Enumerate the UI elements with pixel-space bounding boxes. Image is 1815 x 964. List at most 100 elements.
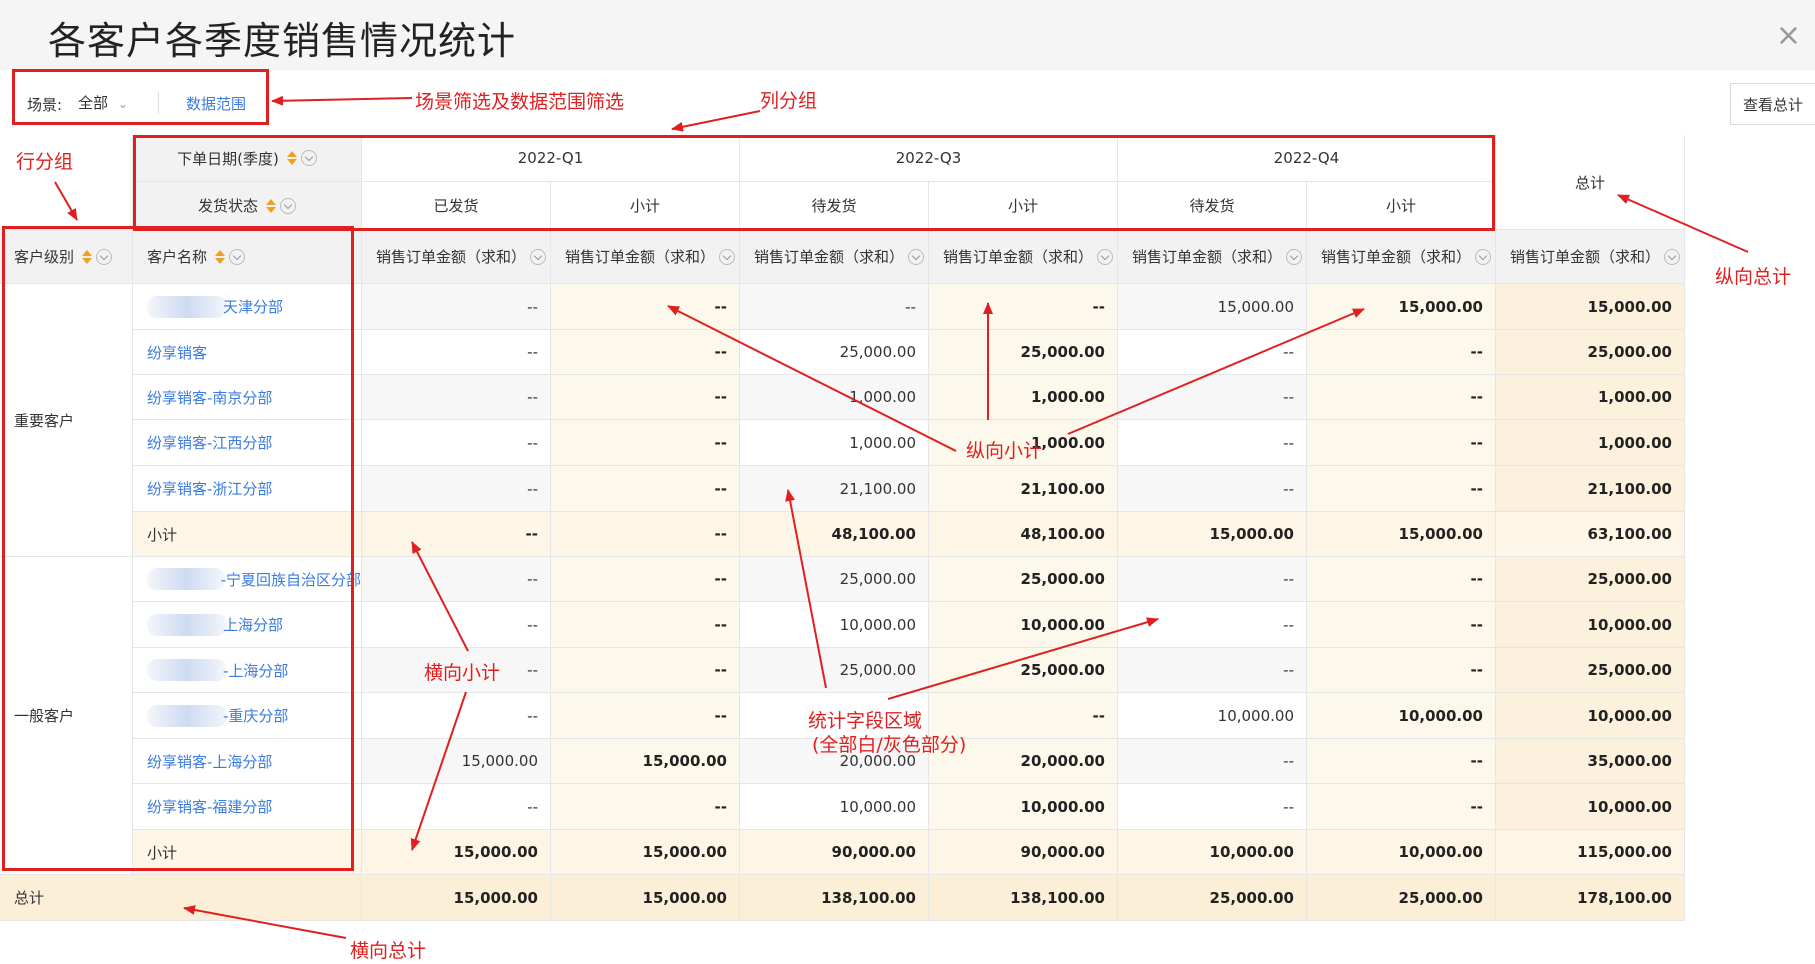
header-grand-total: 总计 [1496, 135, 1685, 230]
value-cell: -- [1118, 648, 1307, 693]
sort-up-icon[interactable] [82, 249, 93, 256]
column-menu-icon[interactable] [300, 150, 317, 166]
value-cell-text: -- [1470, 661, 1483, 679]
value-cell: -- [1307, 466, 1496, 512]
subtotal-value-cell-text: 115,000.00 [1577, 843, 1672, 861]
customer-name-link[interactable]: 纷享销客-福建分部 [133, 784, 362, 830]
sort-down-icon[interactable] [266, 206, 276, 213]
header-customer-level[interactable]: 客户级别 [0, 230, 133, 284]
value-cell: 25,000.00 [740, 648, 929, 693]
value-cell: -- [1118, 466, 1307, 512]
close-icon[interactable]: × [1776, 18, 1801, 53]
header-order-date[interactable]: 下单日期(季度) [133, 135, 362, 182]
header-ship-status[interactable]: 发货状态 [133, 182, 362, 230]
header-ship-status-value: 待发货 [1118, 182, 1307, 230]
value-cell: 10,000.00 [740, 602, 929, 648]
value-cell-text: -- [527, 433, 538, 452]
value-cell: -- [551, 330, 740, 375]
column-menu-icon[interactable] [280, 197, 296, 214]
sort-icon[interactable] [82, 249, 93, 264]
header-metric[interactable]: 销售订单金额（求和） [1307, 230, 1496, 284]
header-customer-name[interactable]: 客户名称 [133, 230, 362, 284]
value-cell-text: 10,000.00 [1587, 797, 1672, 816]
customer-name-link[interactable]: 纷享销客-上海分部 [133, 739, 362, 784]
column-menu-icon[interactable] [1664, 248, 1681, 265]
value-cell: -- [551, 375, 740, 420]
customer-name-text: -上海分部 [223, 661, 289, 680]
value-cell: 10,000.00 [1496, 602, 1685, 648]
customer-name-link[interactable]: -重庆分部 [133, 693, 362, 739]
sort-icon[interactable] [286, 151, 297, 165]
column-menu-icon[interactable] [530, 248, 547, 265]
value-cell: -- [362, 557, 551, 602]
header-ship-status-value: 待发货 [740, 182, 929, 230]
annotation-v-subtotal: 纵向小计 [966, 440, 1043, 462]
header-metric[interactable]: 销售订单金额（求和） [362, 230, 551, 284]
header-metric-text: 销售订单金额（求和） [1132, 248, 1283, 266]
view-total-button[interactable]: 查看总计 [1730, 83, 1815, 125]
value-cell: -- [1307, 602, 1496, 648]
sort-icon[interactable] [215, 249, 226, 264]
customer-name-link[interactable]: -上海分部 [133, 648, 362, 693]
customer-name-link[interactable]: 纷享销客-南京分部 [133, 375, 362, 420]
column-menu-icon[interactable] [1097, 248, 1114, 265]
customer-name-link[interactable]: 纷享销客-江西分部 [133, 420, 362, 466]
customer-name-link[interactable]: 纷享销客 [133, 330, 362, 375]
sort-up-icon[interactable] [266, 198, 276, 205]
column-menu-icon[interactable] [1286, 248, 1303, 265]
value-cell-text: -- [714, 343, 727, 361]
customer-name-link[interactable]: 上海分部 [133, 602, 362, 648]
customer-name-text: 纷享销客-南京分部 [147, 388, 273, 407]
value-cell: -- [551, 648, 740, 693]
header-ship-status-value-text: 待发货 [811, 197, 857, 215]
customer-name-link[interactable]: 纷享销客-浙江分部 [133, 466, 362, 512]
header-metric[interactable]: 销售订单金额（求和） [551, 230, 740, 284]
value-cell-text: -- [1283, 479, 1294, 498]
sort-down-icon[interactable] [82, 257, 93, 264]
header-metric[interactable]: 销售订单金额（求和） [1496, 230, 1685, 284]
header-metric-text: 销售订单金额（求和） [943, 248, 1094, 266]
grand-total-label: 总计 [0, 875, 362, 921]
toolbar-divider [158, 92, 159, 114]
value-cell: 10,000.00 [1496, 784, 1685, 830]
sort-icon[interactable] [266, 198, 276, 213]
subtotal-value-cell-text: 10,000.00 [1398, 843, 1483, 861]
header-ship-status-value: 已发货 [362, 182, 551, 230]
annotation-col-group: 列分组 [760, 90, 818, 112]
sort-up-icon[interactable] [286, 151, 297, 157]
column-menu-icon[interactable] [229, 248, 246, 265]
value-cell-text: -- [714, 297, 727, 316]
sort-down-icon[interactable] [286, 159, 297, 165]
column-menu-icon[interactable] [908, 248, 925, 265]
value-cell-text: -- [714, 570, 727, 588]
customer-name-link[interactable]: 天津分部 [133, 284, 362, 330]
header-ship-status-text: 发货状态 [197, 197, 258, 215]
value-cell-text: -- [905, 297, 916, 316]
redacted-mask [147, 295, 227, 318]
subtotal-value-cell-text: 15,000.00 [1398, 525, 1483, 543]
column-menu-icon[interactable] [1475, 248, 1492, 265]
value-cell-text: 25,000.00 [1587, 661, 1672, 679]
annotation-v-total: 纵向总计 [1715, 266, 1792, 288]
header-metric[interactable]: 销售订单金额（求和） [740, 230, 929, 284]
subtotal-label: 小计 [133, 512, 362, 557]
value-cell: -- [362, 693, 551, 739]
value-cell: -- [362, 330, 551, 375]
grand-total-value-cell: 15,000.00 [362, 875, 551, 921]
subtotal-value-cell: 15,000.00 [1118, 512, 1307, 557]
value-cell: 25,000.00 [740, 557, 929, 602]
header-metric[interactable]: 销售订单金额（求和） [1118, 230, 1307, 284]
value-cell-text: -- [527, 797, 538, 816]
customer-name-link[interactable]: -宁夏回族自治区分部 [133, 557, 362, 602]
scene-select[interactable]: 全部 ⌄ [78, 92, 128, 113]
sort-up-icon[interactable] [215, 249, 226, 256]
header-ship-status-value-text: 待发货 [1189, 197, 1235, 215]
value-cell-text: 10,000.00 [1587, 615, 1672, 634]
column-menu-icon[interactable] [96, 248, 113, 265]
value-cell-text: -- [1283, 661, 1294, 679]
subtotal-value-cell-text: 63,100.00 [1587, 525, 1672, 543]
column-menu-icon[interactable] [719, 248, 736, 265]
header-metric[interactable]: 销售订单金额（求和） [929, 230, 1118, 284]
data-range-button[interactable]: 数据范围 [186, 93, 246, 114]
sort-down-icon[interactable] [215, 257, 226, 264]
